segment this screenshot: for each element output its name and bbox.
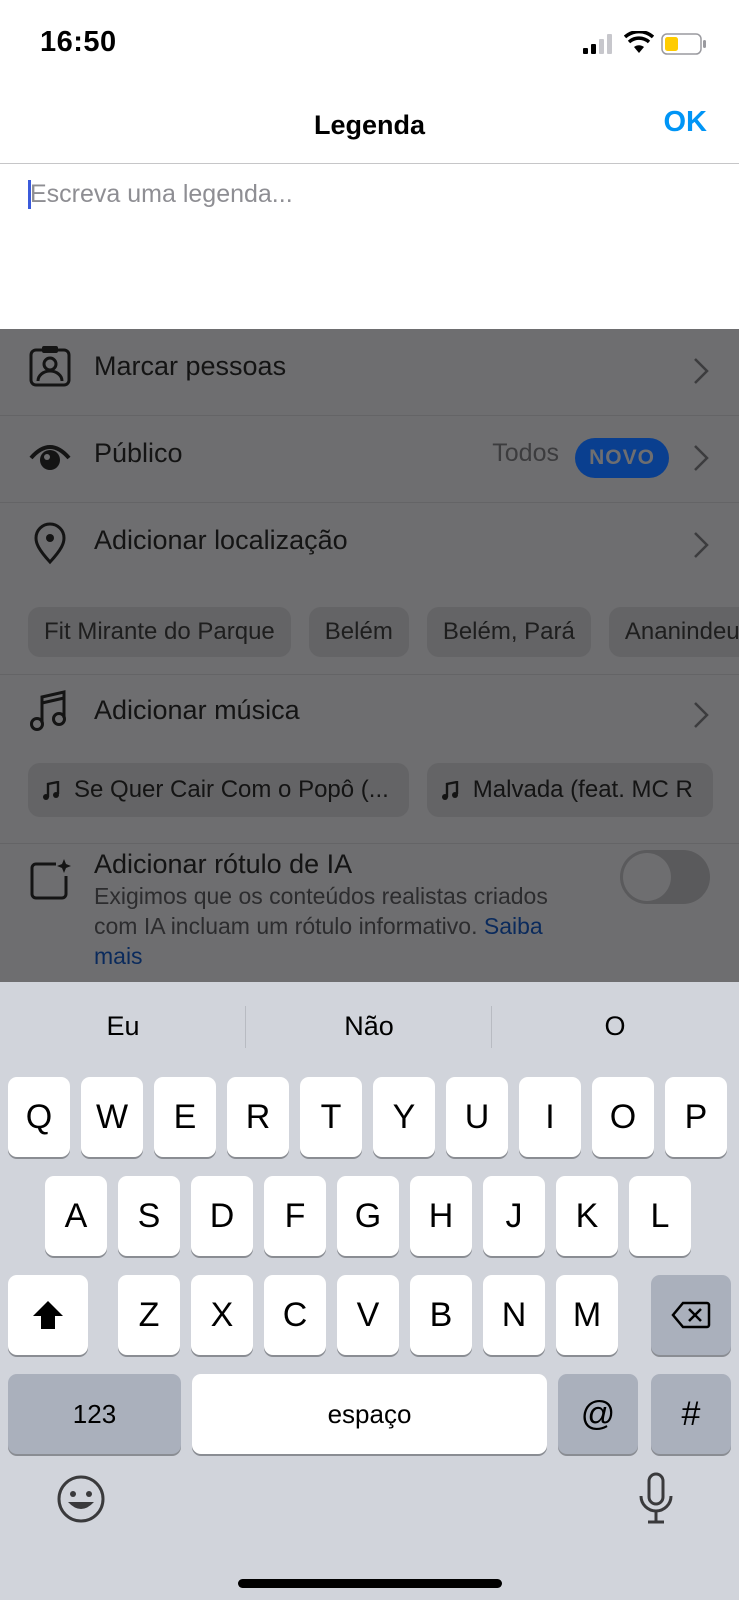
key-u[interactable]: U [446,1077,508,1157]
add-music-label: Adicionar música [94,695,300,725]
space-key[interactable]: espaço [192,1374,547,1454]
music-chip[interactable]: Se Quer Cair Com o Popô (... [28,763,409,817]
ai-label-toggle[interactable] [620,850,710,904]
text-cursor [28,180,31,209]
chevron-right-icon [694,532,709,558]
chevron-right-icon [694,358,709,384]
key-m[interactable]: M [556,1275,618,1355]
key-a[interactable]: A [45,1176,107,1256]
tag-people-row[interactable]: Marcar pessoas [0,329,739,415]
location-suggestions: Fit Mirante do Parque Belém Belém, Pará Ana… [28,607,739,657]
key-b[interactable]: B [410,1275,472,1355]
location-chip[interactable]: Fit Mirante do Parque [28,607,291,657]
new-badge: NOVO [575,438,669,478]
suggestion-3[interactable]: O [492,982,738,1070]
audience-value: Todos [492,439,559,467]
ai-label-title: Adicionar rótulo de IA [94,849,353,879]
emoji-icon[interactable] [56,1474,106,1524]
key-t[interactable]: T [300,1077,362,1157]
caption-placeholder: Escreva uma legenda... [30,180,293,208]
key-p[interactable]: P [665,1077,727,1157]
location-chip[interactable]: Belém, Pará [426,607,591,657]
location-pin-icon [34,522,66,565]
status-bar: 16:50 [0,0,739,90]
key-y[interactable]: Y [373,1077,435,1157]
add-location-label: Adicionar localização [94,525,348,555]
chevron-right-icon [694,702,709,728]
music-note-icon [43,780,60,800]
location-chip[interactable]: Ananindeua [608,607,739,657]
key-v[interactable]: V [337,1275,399,1355]
backspace-icon [671,1301,711,1329]
key-k[interactable]: K [556,1176,618,1256]
battery-icon [661,33,706,55]
key-n[interactable]: N [483,1275,545,1355]
shift-arrow-icon [33,1301,63,1329]
key-g[interactable]: G [337,1176,399,1256]
at-key[interactable]: @ [558,1374,638,1454]
key-q[interactable]: Q [8,1077,70,1157]
music-note-icon [441,780,458,800]
post-options-panel: Marcar pessoas Público Todos NOVO Adicio… [0,329,739,982]
key-r[interactable]: R [227,1077,289,1157]
tag-people-label: Marcar pessoas [94,351,287,381]
music-chip[interactable]: Malvada (feat. MC R [426,763,713,817]
nav-header: Legenda OK [0,90,739,164]
status-time: 16:50 [40,26,117,58]
ai-label-description: Exigimos que os conteúdos realistas cria… [94,881,554,971]
key-f[interactable]: F [264,1176,326,1256]
ai-label-description-text: Exigimos que os conteúdos realistas cria… [94,883,548,939]
microphone-icon[interactable] [638,1472,674,1526]
key-o[interactable]: O [592,1077,654,1157]
key-z[interactable]: Z [118,1275,180,1355]
eye-icon [29,445,71,470]
keyboard: Eu Não O Q W E R T Y U I O P A S D F G H… [0,982,739,1600]
ai-label-row: Adicionar rótulo de IA Exigimos que os c… [0,844,739,982]
audience-label: Público [94,438,183,468]
key-x[interactable]: X [191,1275,253,1355]
suggestion-2[interactable]: Não [246,982,492,1070]
music-note-icon [30,690,66,731]
ok-button[interactable]: OK [664,106,708,139]
music-chip-label: Malvada (feat. MC R [472,776,693,803]
suggestion-1[interactable]: Eu [0,982,246,1070]
toggle-knob [623,853,671,901]
home-indicator [238,1579,502,1588]
hash-key[interactable]: # [651,1374,731,1454]
add-location-row[interactable]: Adicionar localização [0,503,739,589]
audience-row[interactable]: Público Todos NOVO [0,416,739,502]
cellular-signal-icon [583,34,612,54]
location-chip[interactable]: Belém [308,607,409,657]
music-suggestions: Se Quer Cair Com o Popô (... Malvada (fea… [28,763,731,817]
key-l[interactable]: L [629,1176,691,1256]
wifi-icon [624,31,654,53]
person-tag-icon [29,346,71,387]
page-title: Legenda [313,110,426,140]
key-d[interactable]: D [191,1176,253,1256]
delete-key[interactable] [651,1275,731,1355]
chevron-right-icon [694,445,709,471]
add-music-row[interactable]: Adicionar música [0,675,739,761]
key-e[interactable]: E [154,1077,216,1157]
ai-label-icon [30,859,71,900]
key-c[interactable]: C [264,1275,326,1355]
music-chip-label: Se Quer Cair Com o Popô (... [74,776,389,803]
key-h[interactable]: H [410,1176,472,1256]
shift-key[interactable] [8,1275,88,1355]
key-w[interactable]: W [81,1077,143,1157]
numbers-key[interactable]: 123 [8,1374,181,1454]
key-i[interactable]: I [519,1077,581,1157]
key-s[interactable]: S [118,1176,180,1256]
key-j[interactable]: J [483,1176,545,1256]
